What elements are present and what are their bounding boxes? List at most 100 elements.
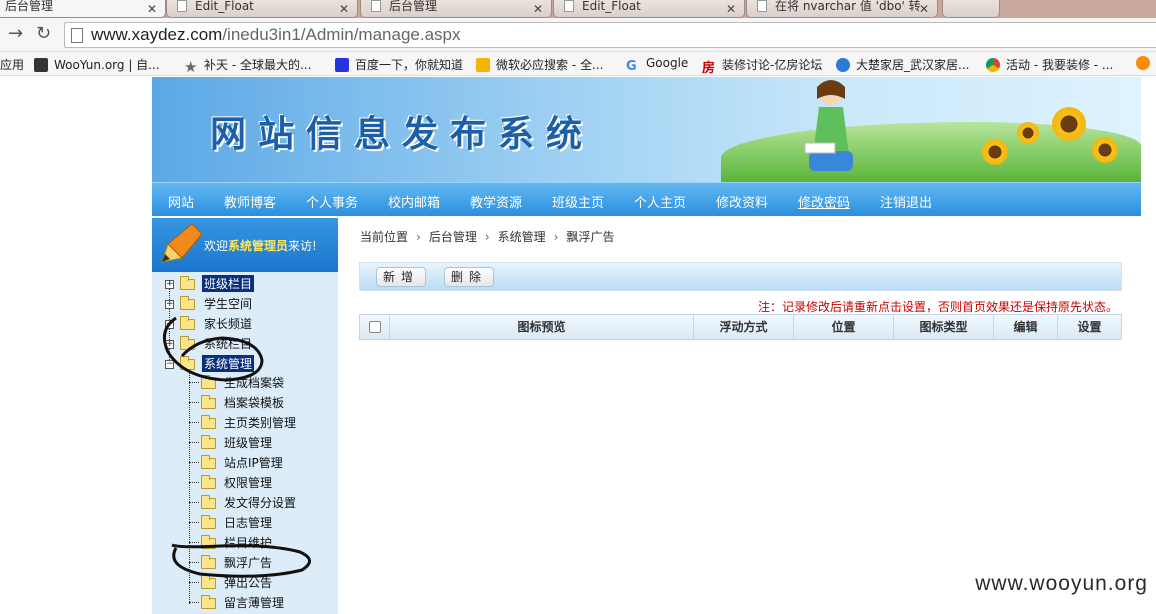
folder-icon <box>201 455 216 469</box>
tree-branch <box>189 482 199 483</box>
baidu-icon <box>335 58 349 72</box>
google-icon: G <box>626 59 637 74</box>
tree-child-label[interactable]: 栏目维护 <box>224 534 272 551</box>
browser-tab[interactable]: Edit_Float ✕ <box>166 0 358 18</box>
tree-guide <box>189 369 190 604</box>
tree-child-label[interactable]: 弹出公告 <box>224 574 272 591</box>
folder-icon <box>180 276 195 290</box>
close-icon[interactable]: ✕ <box>919 0 929 17</box>
tab-title: 后台管理 <box>389 0 438 13</box>
forward-arrow-icon[interactable]: → <box>8 23 23 44</box>
expand-icon[interactable]: + <box>165 340 174 349</box>
close-icon[interactable]: ✕ <box>339 0 349 17</box>
bookmark-item[interactable]: 房装修讨论-亿房论坛 <box>702 56 822 76</box>
folder-icon <box>180 356 195 370</box>
nav-item[interactable]: 修改资料 <box>716 192 768 211</box>
bookmark-item[interactable]: 活动 - 我要装修 - ... <box>986 56 1113 73</box>
chevron-right-icon: › <box>553 230 559 244</box>
tree-child-label[interactable]: 档案袋模板 <box>224 394 284 411</box>
nav-item[interactable]: 注销退出 <box>880 192 932 211</box>
column-header: 编辑 <box>994 315 1058 339</box>
tree-child-label[interactable]: 日志管理 <box>224 514 272 531</box>
expand-icon[interactable]: + <box>165 300 174 309</box>
bookmark-item[interactable]: WooYun.org | 自... <box>34 56 160 73</box>
reload-icon[interactable]: ↻ <box>36 23 51 44</box>
url-text[interactable]: www.xaydez.com/inedu3in1/Admin/manage.as… <box>91 25 461 45</box>
nav-item[interactable]: 网站 <box>168 192 194 211</box>
folder-icon <box>201 535 216 549</box>
tree-branch <box>189 462 199 463</box>
bookmark-item[interactable] <box>1136 56 1156 70</box>
wooyun-icon <box>34 58 48 72</box>
folder-icon <box>180 296 195 310</box>
folder-icon <box>180 336 195 350</box>
tree-child-label[interactable]: 留言薄管理 <box>224 594 284 611</box>
add-button[interactable]: 新增 <box>376 267 426 287</box>
welcome-role: 系统管理员 <box>228 239 289 253</box>
breadcrumb-item[interactable]: 后台管理 <box>429 230 477 244</box>
nav-item[interactable]: 校内邮箱 <box>388 192 440 211</box>
browser-tab[interactable]: 后台管理 ✕ <box>360 0 552 18</box>
tree-child-label[interactable]: 发文得分设置 <box>224 494 296 511</box>
column-header: 浮动方式 <box>694 315 794 339</box>
breadcrumb-item[interactable]: 系统管理 <box>498 230 546 244</box>
bookmark-item[interactable]: 百度一下，你就知道 <box>335 56 463 73</box>
action-bar: 新增 删除 <box>359 262 1122 291</box>
site-banner: 网站信息发布系统 <box>152 77 1141 182</box>
bookmark-item[interactable]: G Google <box>626 56 688 74</box>
nav-item[interactable]: 个人事务 <box>306 192 358 211</box>
browser-tab[interactable]: 后台管理 ✕ <box>0 0 166 18</box>
tree-item-label[interactable]: 家长频道 <box>204 315 252 332</box>
browser-tab[interactable]: Edit_Float ✕ <box>553 0 745 18</box>
tree-item-label[interactable]: 系统栏目 <box>204 335 252 352</box>
nav-item[interactable]: 个人主页 <box>634 192 686 211</box>
nav-item[interactable]: 教师博客 <box>224 192 276 211</box>
new-tab-button[interactable] <box>942 0 1000 18</box>
page-icon <box>177 0 187 12</box>
tree-item-label[interactable]: 学生空间 <box>204 295 252 312</box>
bookmark-label: 补天 - 全球最大的... <box>204 58 312 72</box>
address-bar[interactable]: www.xaydez.com/inedu3in1/Admin/manage.as… <box>64 22 1156 48</box>
folder-icon <box>201 575 216 589</box>
tree-child-label[interactable]: 权限管理 <box>224 474 272 491</box>
bookmark-apps[interactable]: 应用 <box>0 56 24 73</box>
tab-title: Edit_Float <box>582 0 641 13</box>
tree-branch <box>189 382 199 383</box>
close-icon[interactable]: ✕ <box>533 0 543 17</box>
expand-icon[interactable]: + <box>165 280 174 289</box>
select-all-checkbox[interactable] <box>368 321 381 333</box>
expand-icon[interactable]: + <box>165 320 174 329</box>
collapse-icon[interactable]: − <box>165 360 174 369</box>
nav-item[interactable]: 教学资源 <box>470 192 522 211</box>
nav-item[interactable]: 班级主页 <box>552 192 604 211</box>
pencil-icon <box>161 223 203 263</box>
tree-item-label[interactable]: 系统管理 <box>202 355 255 372</box>
delete-button[interactable]: 删除 <box>444 267 494 287</box>
folder-icon <box>201 415 216 429</box>
bookmark-item[interactable]: 大楚家居_武汉家居... <box>836 56 969 73</box>
tree-child-label[interactable]: 主页类别管理 <box>224 414 296 431</box>
browser-tab[interactable]: 在将 nvarchar 值 'dbo' 转 ✕ <box>746 0 938 18</box>
tree-item-label[interactable]: 班级栏目 <box>202 275 255 292</box>
nav-item[interactable]: 修改密码 <box>798 192 850 211</box>
ads-table-header: 图标预览 浮动方式 位置 图标类型 编辑 设置 <box>359 314 1122 340</box>
select-all-cell[interactable] <box>360 315 390 339</box>
tab-title: 后台管理 <box>5 0 54 13</box>
tree-child-label[interactable]: 班级管理 <box>224 434 272 451</box>
folder-icon <box>201 475 216 489</box>
close-icon[interactable]: ✕ <box>147 0 157 17</box>
tree-branch <box>189 542 199 543</box>
tree-child-label[interactable]: 站点IP管理 <box>224 454 283 471</box>
folder-icon <box>201 495 216 509</box>
tree-child-label[interactable]: 生成档案袋 <box>224 374 284 391</box>
tree-branch <box>189 422 199 423</box>
bookmark-label: WooYun.org | 自... <box>54 58 160 72</box>
close-icon[interactable]: ✕ <box>726 0 736 17</box>
bookmark-item[interactable]: ★ 补天 - 全球最大的... <box>184 56 312 75</box>
chevron-right-icon: › <box>484 230 490 244</box>
tree-branch <box>189 562 199 563</box>
watermark: www.wooyun.org <box>975 572 1148 595</box>
bookmark-item[interactable]: 微软必应搜索 - 全... <box>476 56 603 73</box>
welcome-suffix: 来访! <box>288 239 317 253</box>
tree-child-label[interactable]: 飘浮广告 <box>224 554 272 571</box>
